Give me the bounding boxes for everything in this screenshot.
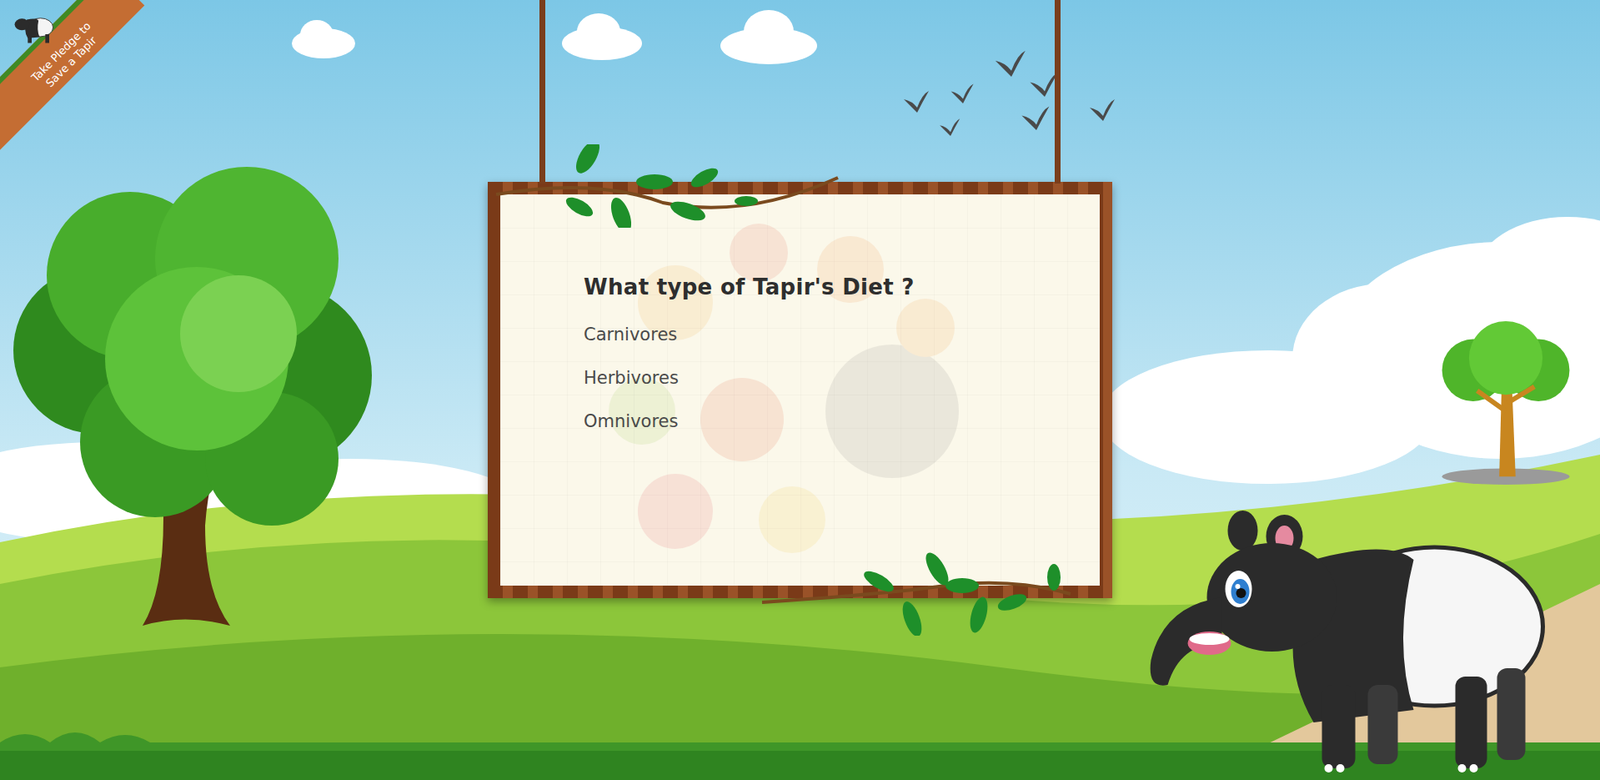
quiz-board: What type of Tapir's Diet ? Carnivores Her… xyxy=(487,181,1113,598)
right-tree-icon xyxy=(1439,321,1573,485)
quiz-question: What type of Tapir's Diet ? xyxy=(583,274,915,300)
answer-option[interactable]: Omnivores xyxy=(583,407,915,435)
rope xyxy=(1054,0,1061,184)
rope xyxy=(539,0,546,184)
answer-list: Carnivores Herbivores Omnivores xyxy=(583,321,915,435)
tapir-badge-icon xyxy=(8,11,56,46)
game-scene: Take Pledge toSave a TapirWhat type of T… xyxy=(0,0,1600,780)
tapir-mascot-icon xyxy=(1145,509,1549,777)
quiz-panel: What type of Tapir's Diet ? Carnivores Her… xyxy=(500,194,1100,586)
answer-option[interactable]: Herbivores xyxy=(583,364,915,392)
answer-option[interactable]: Carnivores xyxy=(583,321,915,348)
quiz: What type of Tapir's Diet ? Carnivores Her… xyxy=(500,194,948,586)
left-tree-icon xyxy=(5,158,389,630)
fruit-watermark-icon xyxy=(575,202,993,578)
